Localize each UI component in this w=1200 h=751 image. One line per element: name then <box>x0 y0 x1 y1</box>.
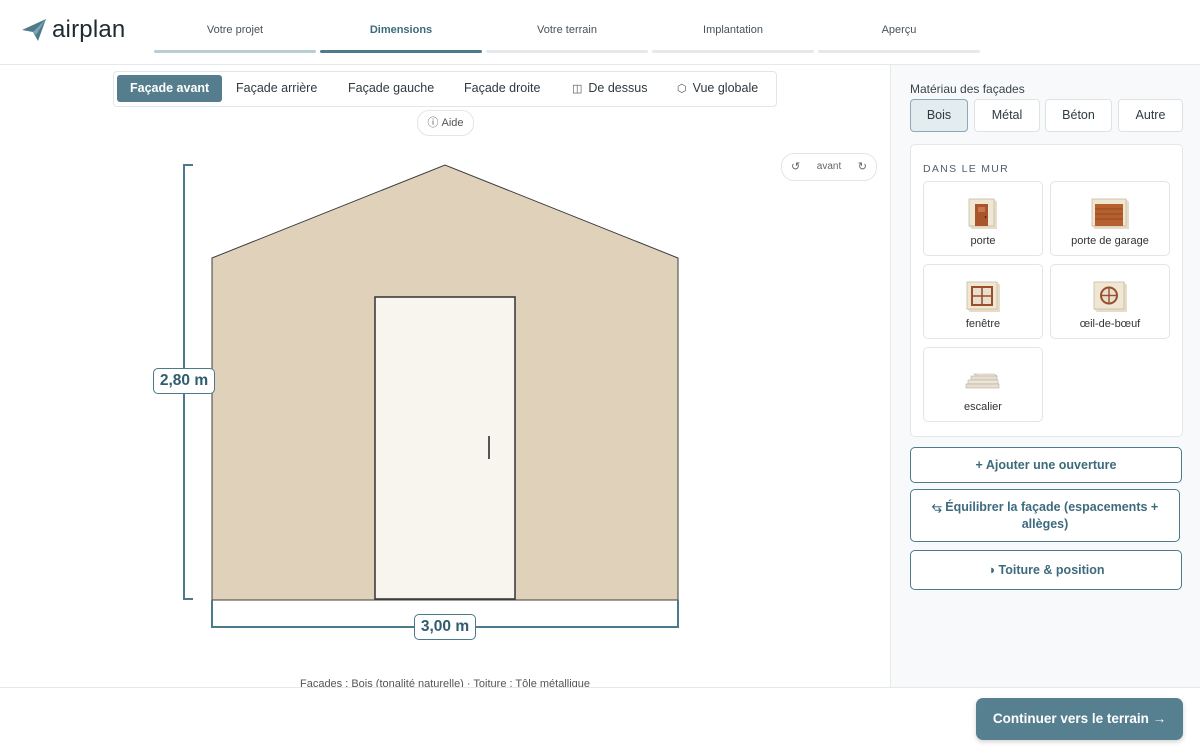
rotation-control: ↺ avant ↻ <box>781 153 877 181</box>
opening-label: œil-de-bœuf <box>1079 318 1141 330</box>
window-icon <box>966 281 1000 312</box>
round-window-icon <box>1093 281 1127 312</box>
tab-facade-droite[interactable]: Façade droite <box>451 75 553 102</box>
material-metal-button[interactable]: Métal <box>974 99 1040 132</box>
wall-openings-title: DANS LE MUR <box>923 163 1010 175</box>
cube-icon: ⬡ <box>677 83 687 95</box>
opening-porte[interactable]: porte <box>923 181 1043 256</box>
garage-door-icon <box>1091 198 1129 229</box>
help-button[interactable]: ⓘ Aide <box>417 110 474 136</box>
add-opening-button[interactable]: + Ajouter une ouverture <box>910 447 1182 483</box>
tab-label: De dessus <box>588 81 648 95</box>
info-icon: ⓘ <box>427 117 439 129</box>
facade-editor: 2,80 m 3,00 m Façade avant Façade arrièr… <box>0 65 890 690</box>
half-circle-icon: ◑ <box>987 563 996 577</box>
help-label: Aide <box>441 117 464 129</box>
opening-oeil-de-boeuf[interactable]: œil-de-bœuf <box>1050 264 1170 339</box>
materials-title: Matériau des façades <box>910 82 1025 96</box>
step-progress-bar <box>320 50 482 53</box>
balance-facade-button[interactable]: ⥃ Équilibrer la façade (espacements + al… <box>910 489 1180 542</box>
tab-de-dessus[interactable]: ◫ De dessus <box>559 75 660 102</box>
continue-button[interactable]: Continuer vers le terrain → <box>976 698 1183 740</box>
width-label[interactable]: 3,00 m <box>414 614 476 640</box>
step-label: Votre terrain <box>537 24 597 36</box>
stepper: Votre projet Dimensions Votre terrain Im… <box>154 0 982 53</box>
opening-label: fenêtre <box>965 318 1001 330</box>
step-label: Dimensions <box>369 24 433 36</box>
height-label[interactable]: 2,80 m <box>153 368 215 394</box>
step-votre-projet[interactable]: Votre projet <box>154 0 316 53</box>
top-header: airplan Votre projet Dimensions Votre te… <box>0 0 1200 65</box>
right-panel: Matériau des façades Bois Métal Béton Au… <box>890 65 1200 687</box>
material-bois-button[interactable]: Bois <box>910 99 968 132</box>
opening-label: porte de garage <box>1071 235 1149 247</box>
opening-fenetre[interactable]: fenêtre <box>923 264 1043 339</box>
step-label: Implantation <box>703 24 763 36</box>
step-progress-bar <box>486 50 648 53</box>
facade-drawing <box>183 164 679 628</box>
door-opening[interactable] <box>374 296 516 600</box>
step-apercu[interactable]: Aperçu <box>818 0 980 53</box>
logo[interactable]: airplan <box>22 16 125 44</box>
step-progress-bar <box>652 50 814 53</box>
step-votre-terrain[interactable]: Votre terrain <box>486 0 648 53</box>
opening-label: porte <box>970 235 996 247</box>
rotate-right-icon[interactable]: ↻ <box>858 160 867 173</box>
tab-label: Vue globale <box>692 81 759 95</box>
step-label: Votre projet <box>206 24 264 36</box>
step-progress-bar <box>818 50 980 53</box>
material-autre-button[interactable]: Autre <box>1118 99 1183 132</box>
door-icon <box>968 198 997 229</box>
view-tabs: Façade avant Façade arrière Façade gauch… <box>113 71 777 107</box>
brand-name: airplan <box>52 16 126 43</box>
material-beton-button[interactable]: Béton <box>1045 99 1112 132</box>
paper-plane-icon <box>22 19 46 41</box>
wall-openings-panel: DANS LE MUR porte porte de garage fenêtr… <box>910 144 1183 437</box>
roof-position-button[interactable]: ◑ Toiture & position <box>910 550 1182 590</box>
opening-escalier[interactable]: escalier <box>923 347 1043 422</box>
tab-facade-avant[interactable]: Façade avant <box>117 75 223 102</box>
opening-porte-de-garage[interactable]: porte de garage <box>1050 181 1170 256</box>
roof-label: Toiture & position <box>998 563 1105 577</box>
tab-facade-gauche[interactable]: Façade gauche <box>335 75 447 102</box>
step-label: Aperçu <box>881 24 917 36</box>
opening-label: escalier <box>964 401 1002 413</box>
step-dimensions[interactable]: Dimensions <box>320 0 482 53</box>
step-progress-bar <box>154 50 316 53</box>
balance-label: Équilibrer la façade (espacements + allè… <box>945 500 1159 531</box>
tab-facade-arriere[interactable]: Façade arrière <box>223 75 330 102</box>
stairs-icon <box>965 373 1000 389</box>
tab-vue-globale[interactable]: ⬡ Vue globale <box>664 75 771 102</box>
balance-icon: ⥃ <box>931 500 942 514</box>
top-view-icon: ◫ <box>572 83 583 95</box>
step-implantation[interactable]: Implantation <box>652 0 814 53</box>
